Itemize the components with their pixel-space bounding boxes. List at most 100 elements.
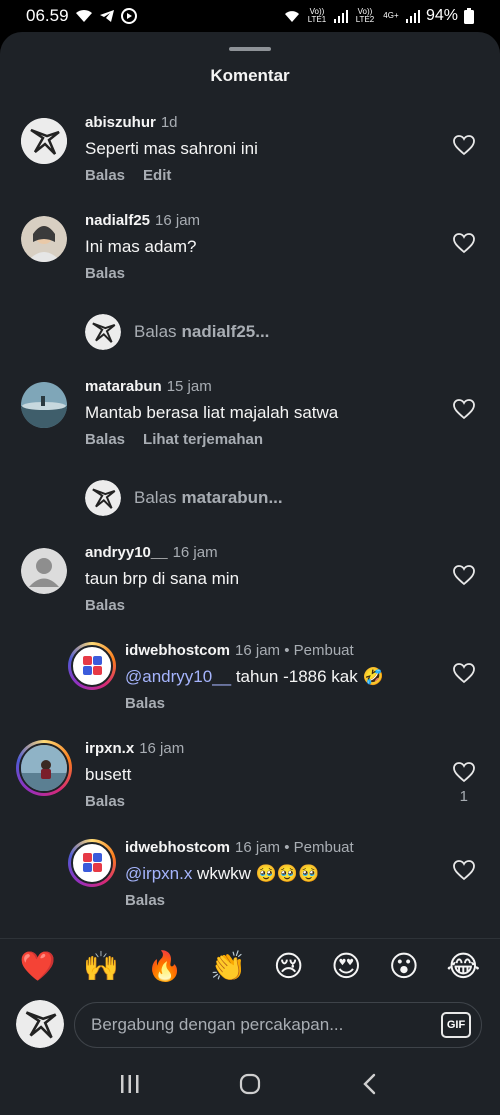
own-avatar bbox=[85, 480, 121, 516]
like-button[interactable] bbox=[452, 858, 476, 882]
emoji-laughing[interactable]: 😂 bbox=[446, 949, 480, 984]
comment-time: 16 jam bbox=[235, 839, 281, 856]
back-icon bbox=[363, 1073, 376, 1094]
comment-text: busett bbox=[85, 765, 132, 784]
comment-composer: Bergabung dengan percakapan... GIF bbox=[0, 994, 500, 1052]
comment-time: 1d bbox=[160, 114, 178, 131]
comment-time: 16 jam bbox=[139, 740, 185, 757]
reply-button[interactable]: Balas bbox=[85, 793, 125, 810]
comment-username[interactable]: idwebhostcom bbox=[125, 642, 230, 659]
comments-sheet: Komentar abiszuhur 1d Seperti mas sahroni… bbox=[0, 32, 500, 1052]
comment-username[interactable]: idwebhostcom bbox=[125, 839, 230, 856]
comment-input[interactable]: Bergabung dengan percakapan... GIF bbox=[74, 1002, 482, 1048]
own-avatar bbox=[16, 1000, 64, 1048]
edit-button[interactable]: Edit bbox=[143, 167, 171, 184]
comment-username[interactable]: abiszuhur bbox=[85, 114, 156, 131]
separator-dot: • bbox=[284, 642, 290, 659]
comment-text: Seperti mas sahroni ini bbox=[85, 139, 258, 158]
home-icon bbox=[239, 1073, 261, 1094]
recent-apps-icon bbox=[121, 1074, 139, 1093]
mention-link[interactable]: @andryy10__ bbox=[125, 667, 231, 686]
comment-time: 15 jam bbox=[166, 378, 212, 395]
status-left: 06.59 bbox=[26, 6, 137, 26]
like-button[interactable] bbox=[452, 231, 476, 255]
reply-prompt-user: matarabun... bbox=[181, 488, 283, 507]
reply-button[interactable]: Balas bbox=[85, 431, 125, 448]
comment-username[interactable]: irpxn.x bbox=[85, 740, 134, 757]
comment-username[interactable]: nadialf25 bbox=[85, 212, 150, 229]
creator-badge: Pembuat bbox=[293, 839, 354, 856]
reply-button[interactable]: Balas bbox=[125, 695, 165, 712]
like-button[interactable] bbox=[452, 397, 476, 421]
comment-text: Mantab berasa liat majalah satwa bbox=[85, 403, 339, 422]
comment-text: wkwkw 🥹🥹🥹 bbox=[192, 864, 320, 883]
comment-text: taun brp di sana min bbox=[85, 569, 240, 588]
status-bar: 06.59 Vo)) LTE1 Vo)) LTE2 4G+ 94% bbox=[0, 0, 500, 32]
own-avatar bbox=[85, 314, 121, 350]
avatar[interactable] bbox=[21, 118, 67, 164]
default-avatar-icon[interactable] bbox=[21, 548, 67, 594]
comment-username[interactable]: andryy10__ bbox=[85, 544, 168, 561]
emoji-surprised[interactable]: 😮 bbox=[389, 949, 419, 984]
emoji-heart-eyes[interactable]: 😍 bbox=[331, 949, 361, 984]
sim2-label: Vo)) LTE2 bbox=[355, 7, 375, 24]
heart-outline-icon bbox=[453, 663, 475, 684]
emoji-fire[interactable]: 🔥 bbox=[147, 950, 183, 984]
comment-time: 16 jam bbox=[172, 544, 218, 561]
reply-button[interactable]: Balas bbox=[85, 265, 125, 282]
comment-body: matarabun 15 jam Mantab berasa liat majal… bbox=[85, 378, 338, 448]
telegram-icon bbox=[99, 9, 115, 23]
avatar[interactable] bbox=[21, 382, 67, 428]
reply-button[interactable]: Balas bbox=[85, 597, 125, 614]
back-button[interactable] bbox=[350, 1064, 390, 1104]
reply-button[interactable]: Balas bbox=[125, 892, 165, 909]
see-translation-button[interactable]: Lihat terjemahan bbox=[143, 431, 263, 448]
heart-outline-icon bbox=[453, 860, 475, 881]
comment-body: idwebhostcom 16 jam • Pembuat @andryy10__… bbox=[125, 642, 384, 712]
heart-outline-icon bbox=[453, 762, 475, 783]
heart-outline-icon bbox=[453, 399, 475, 420]
heart-outline-icon bbox=[453, 565, 475, 586]
heart-outline-icon bbox=[453, 233, 475, 254]
signal-icon bbox=[405, 9, 420, 23]
drag-handle[interactable] bbox=[229, 47, 271, 51]
home-button[interactable] bbox=[230, 1064, 270, 1104]
network-label: 4G+ bbox=[383, 11, 399, 20]
avatar[interactable] bbox=[21, 216, 67, 262]
battery-icon bbox=[464, 8, 474, 24]
gif-button[interactable]: GIF bbox=[441, 1012, 471, 1038]
recent-apps-button[interactable] bbox=[110, 1064, 150, 1104]
status-time: 06.59 bbox=[26, 6, 69, 25]
reply-prompt-prefix: Balas bbox=[134, 322, 177, 341]
comment-body: nadialf25 16 jam Ini mas adam? Balas bbox=[85, 212, 200, 282]
idwebhost-avatar bbox=[71, 842, 113, 884]
like-button[interactable] bbox=[452, 661, 476, 685]
battery-percent: 94% bbox=[425, 7, 458, 24]
emoji-raised-hands[interactable]: 🙌 bbox=[83, 950, 119, 984]
comment-time: 16 jam bbox=[155, 212, 201, 229]
quick-emoji-bar: ❤️ 🙌 🔥 👏 😢 😍 😮 😂 bbox=[0, 938, 500, 994]
like-count[interactable]: 1 bbox=[460, 788, 468, 805]
like-button[interactable] bbox=[452, 563, 476, 587]
comment-body: idwebhostcom 16 jam • Pembuat @irpxn.x wk… bbox=[125, 839, 354, 909]
like-button[interactable] bbox=[452, 760, 476, 784]
emoji-crying[interactable]: 😢 bbox=[274, 949, 304, 984]
reply-prompt-user: nadialf25... bbox=[181, 322, 270, 341]
sheet-title: Komentar bbox=[210, 66, 290, 85]
emoji-heart[interactable]: ❤️ bbox=[20, 950, 56, 984]
reply-prompt[interactable]: Balas nadialf25... bbox=[85, 314, 269, 350]
comment-username[interactable]: matarabun bbox=[85, 378, 162, 395]
comment-body: andryy10__ 16 jam taun brp di sana min Ba… bbox=[85, 544, 239, 614]
mention-link[interactable]: @irpxn.x bbox=[125, 864, 192, 883]
comment-time: 16 jam bbox=[235, 642, 281, 659]
comment-input-placeholder: Bergabung dengan percakapan... bbox=[91, 1015, 344, 1034]
reply-prompt[interactable]: Balas matarabun... bbox=[85, 480, 283, 516]
emoji-clap[interactable]: 👏 bbox=[210, 950, 246, 984]
wifi-calling-icon bbox=[284, 10, 300, 23]
system-nav-bar bbox=[0, 1052, 500, 1115]
comment-body: irpxn.x 16 jam busett Balas bbox=[85, 740, 184, 810]
like-button[interactable] bbox=[452, 133, 476, 157]
heart-outline-icon bbox=[453, 135, 475, 156]
separator-dot: • bbox=[284, 839, 290, 856]
reply-button[interactable]: Balas bbox=[85, 167, 125, 184]
